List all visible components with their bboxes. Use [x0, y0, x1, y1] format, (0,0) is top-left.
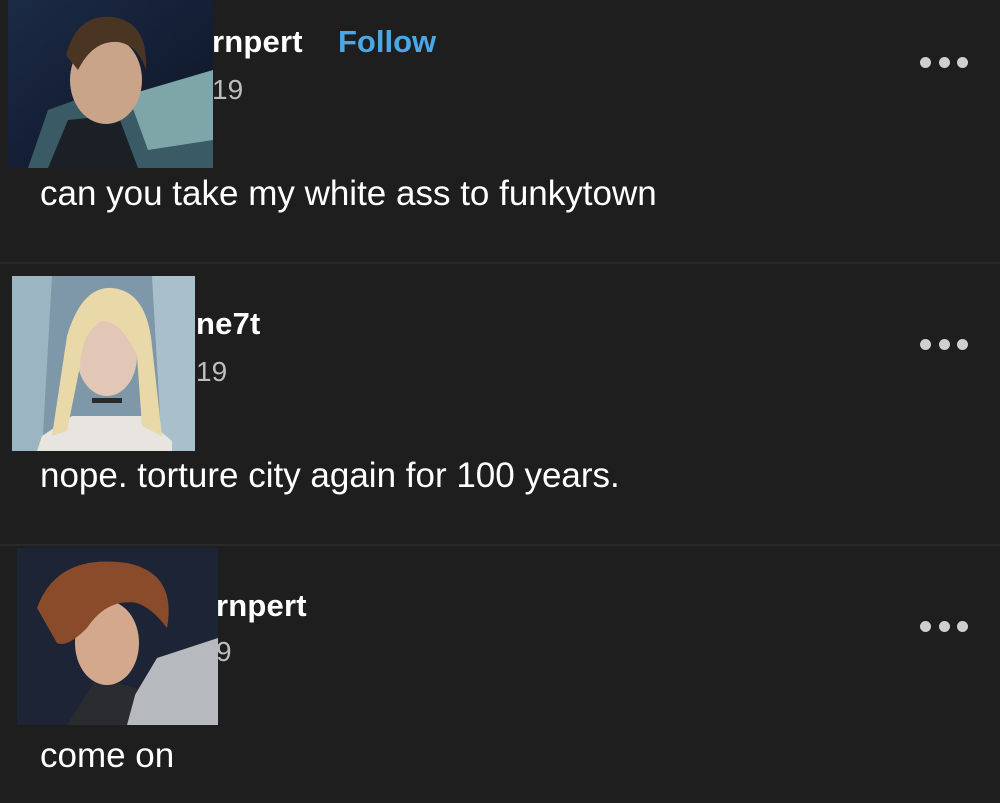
more-options-icon[interactable]	[920, 52, 968, 72]
post-text: come on	[40, 736, 175, 775]
post-date: 9	[216, 636, 232, 667]
dot	[920, 56, 931, 68]
dot	[957, 620, 968, 632]
dot	[938, 338, 950, 350]
dot	[938, 620, 950, 632]
dot	[920, 338, 931, 350]
more-options-icon[interactable]	[920, 334, 968, 354]
post-2: ne7t 19 nope. torture city again for 100…	[0, 264, 1000, 544]
username[interactable]: rnpert	[212, 24, 303, 60]
dot	[957, 56, 968, 68]
more-options-icon[interactable]	[920, 616, 968, 636]
post-date: 19	[196, 356, 228, 387]
avatar-post-1[interactable]	[8, 0, 213, 168]
avatar-post-3[interactable]	[17, 548, 218, 725]
post-text: can you take my white ass to funkytown	[40, 174, 657, 213]
follow-button[interactable]: Follow	[338, 24, 436, 60]
post-date: 19	[212, 74, 244, 105]
username[interactable]: ne7t	[196, 306, 261, 342]
avatar-dark-haired-man-icon	[8, 0, 213, 168]
post-3: rnpert 9 come on	[0, 546, 1000, 803]
avatar-post-2[interactable]	[12, 276, 195, 451]
dot	[957, 338, 968, 350]
post-1: rnpert Follow 19 can you take my white a…	[0, 0, 1000, 262]
post-text: nope. torture city again for 100 years.	[40, 456, 620, 495]
dot	[920, 620, 931, 632]
avatar-blonde-woman-icon	[12, 276, 195, 451]
avatar-brown-haired-man-icon	[17, 548, 218, 725]
username[interactable]: rnpert	[216, 588, 307, 624]
dot	[938, 56, 950, 68]
